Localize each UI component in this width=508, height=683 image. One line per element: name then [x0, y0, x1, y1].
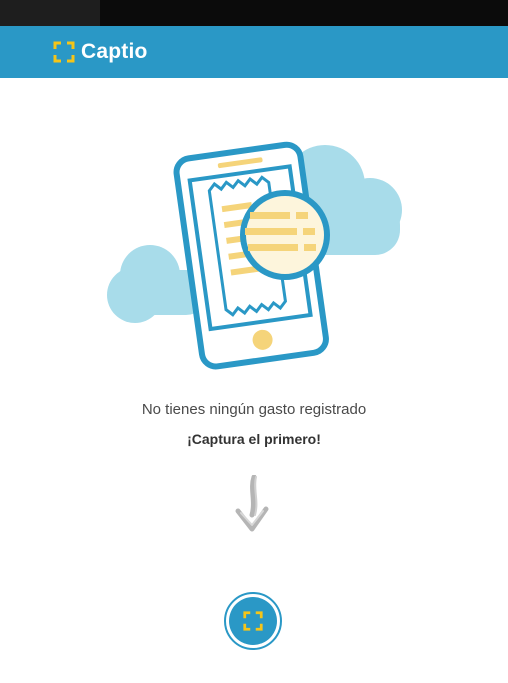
status-bar: [0, 0, 508, 26]
app-logo: Captio: [52, 38, 148, 66]
status-bar-shade: [0, 0, 100, 26]
app-logo-text: Captio: [81, 40, 148, 63]
capture-frame-icon: [243, 611, 263, 631]
magnifier-shape: [240, 190, 330, 280]
phone-receipt-scan-illustration: [107, 141, 402, 370]
app-header: Captio: [0, 26, 508, 78]
capture-button-inner[interactable]: [229, 597, 277, 645]
down-arrow-icon: [235, 475, 269, 532]
capture-frame-icon: [53, 41, 75, 63]
empty-state-message: No tienes ningún gasto registrado: [141, 401, 367, 418]
empty-state-cta: ¡Captura el primero!: [187, 431, 321, 447]
capture-button[interactable]: [224, 592, 282, 650]
